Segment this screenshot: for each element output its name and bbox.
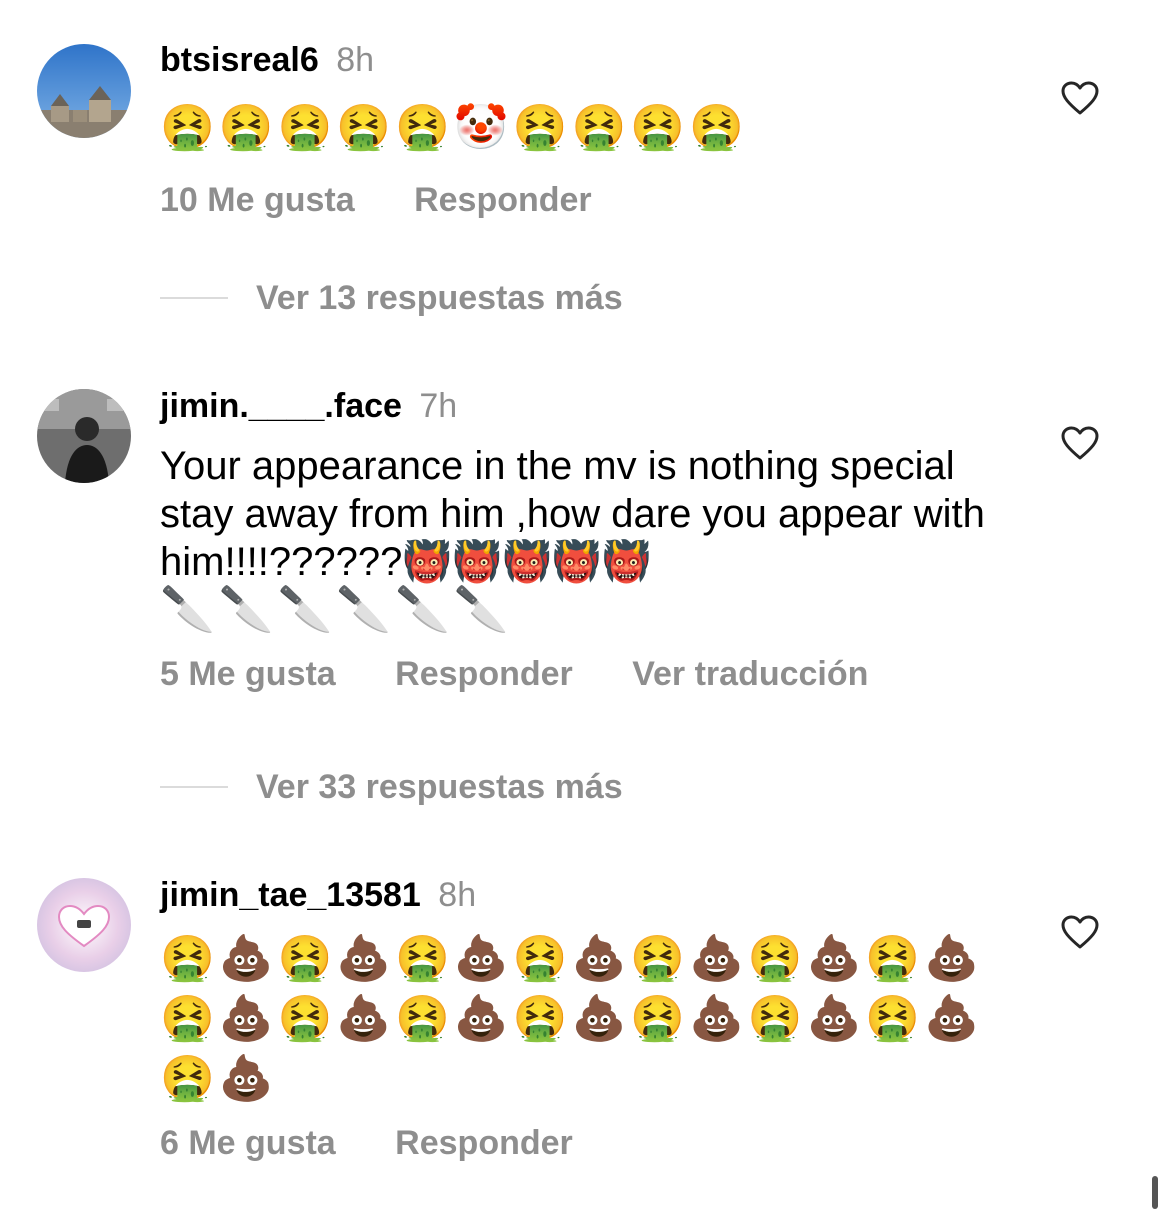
- comment-text: Your appearance in the mv is nothing spe…: [160, 444, 985, 584]
- castle-photo-avatar: [37, 44, 131, 138]
- heart-icon[interactable]: [1060, 425, 1100, 461]
- reply-button[interactable]: Responder: [414, 180, 592, 220]
- heart-icon[interactable]: [1060, 914, 1100, 950]
- comment-header: jimin_tae_13581 8h: [160, 875, 1020, 915]
- view-replies-label[interactable]: Ver 13 respuestas más: [256, 278, 623, 318]
- avatar[interactable]: [37, 44, 131, 138]
- reply-button[interactable]: Responder: [395, 1123, 573, 1163]
- avatar[interactable]: [37, 878, 131, 972]
- avatar[interactable]: [37, 389, 131, 483]
- replies-divider: [160, 786, 228, 788]
- comment-emojis-line-1: 🤮💩🤮💩🤮💩🤮💩🤮💩🤮💩🤮💩: [160, 933, 983, 984]
- replies-divider: [160, 297, 228, 299]
- timestamp: 7h: [419, 387, 458, 425]
- username[interactable]: btsisreal6: [160, 41, 319, 79]
- comment-emojis: 🔪🔪🔪🔪🔪🔪: [160, 584, 513, 635]
- reply-button[interactable]: Responder: [395, 654, 573, 694]
- comment-actions: 5 Me gusta Responder Ver traducción: [160, 654, 1020, 694]
- username[interactable]: jimin_tae_13581: [160, 876, 421, 914]
- comment-emojis-line-3: 🤮💩: [160, 1053, 278, 1104]
- heart-photo-avatar: [37, 878, 131, 972]
- likes-count[interactable]: 5 Me gusta: [160, 654, 336, 694]
- comment-actions: 6 Me gusta Responder: [160, 1123, 1020, 1163]
- username[interactable]: jimin.____.face: [160, 387, 402, 425]
- likes-count[interactable]: 10 Me gusta: [160, 180, 355, 220]
- timestamp: 8h: [438, 876, 477, 914]
- scrollbar[interactable]: [1152, 1176, 1158, 1209]
- likes-count[interactable]: 6 Me gusta: [160, 1123, 336, 1163]
- view-replies-label[interactable]: Ver 33 respuestas más: [256, 767, 623, 807]
- comment-emojis: 🤮🤮🤮🤮🤮🤡🤮🤮🤮🤮: [160, 102, 748, 153]
- comment-header: jimin.____.face 7h: [160, 386, 1020, 426]
- translate-button[interactable]: Ver traducción: [632, 654, 868, 694]
- comment-header: btsisreal6 8h: [160, 40, 1020, 80]
- heart-icon[interactable]: [1060, 80, 1100, 116]
- comment-actions: 10 Me gusta Responder: [160, 180, 1020, 220]
- timestamp: 8h: [336, 41, 375, 79]
- person-photo-avatar: [37, 389, 131, 483]
- comment-emojis-line-2: 🤮💩🤮💩🤮💩🤮💩🤮💩🤮💩🤮💩: [160, 993, 983, 1044]
